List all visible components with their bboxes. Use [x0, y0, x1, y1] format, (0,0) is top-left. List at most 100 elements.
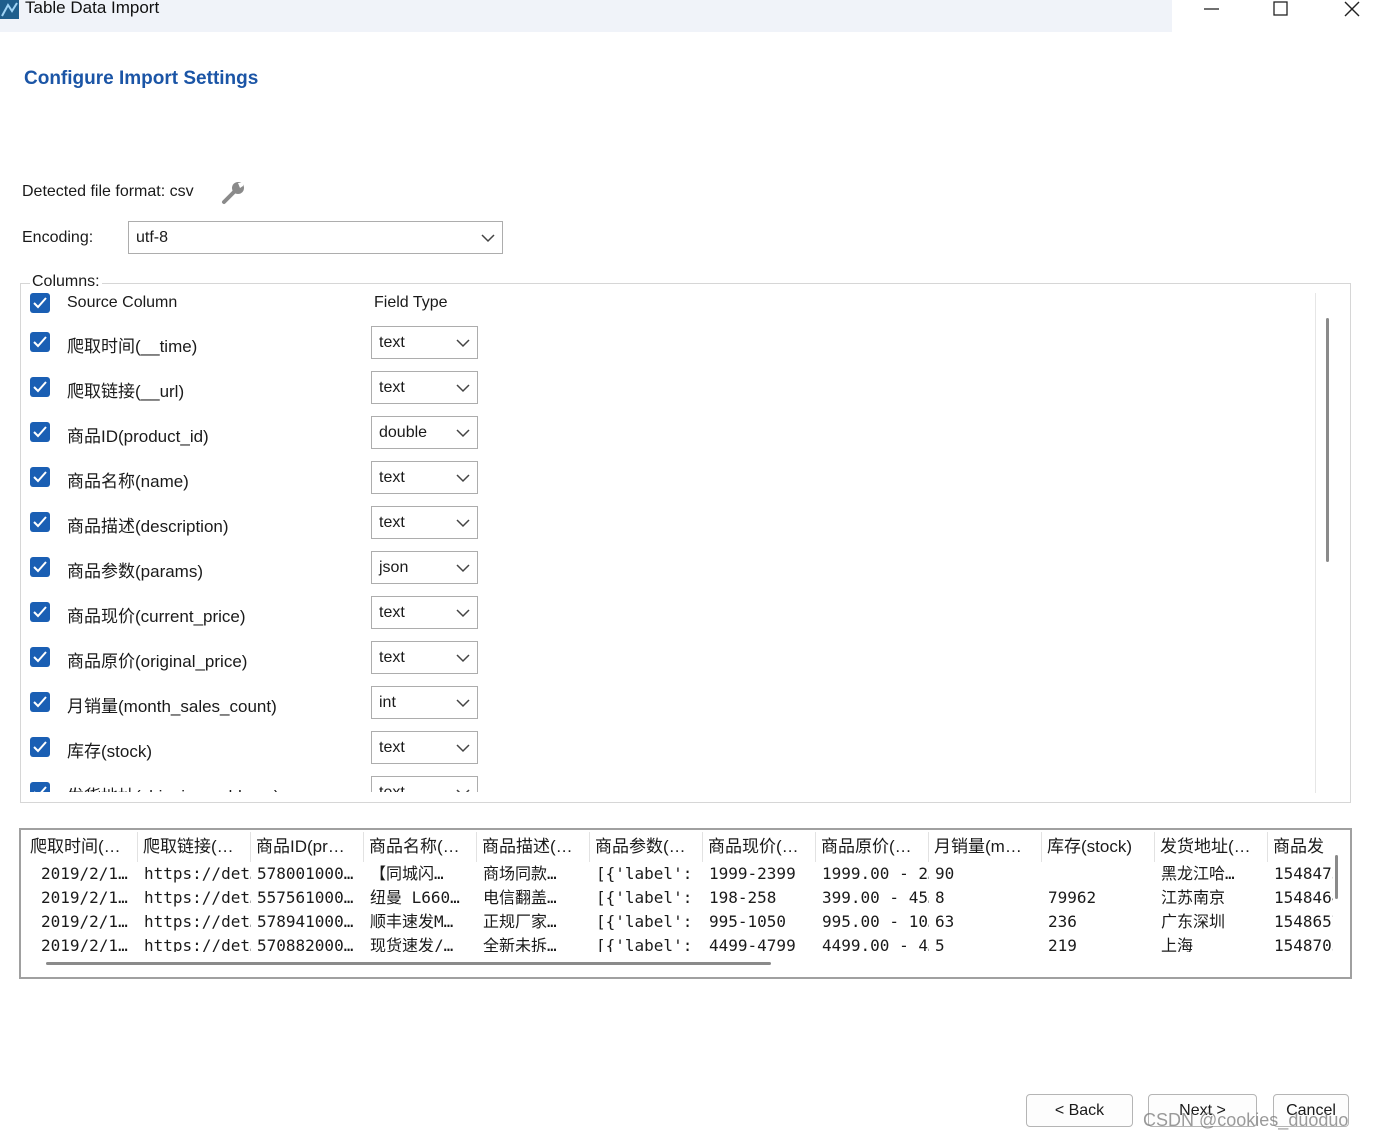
minimize-button[interactable] [1178, 0, 1242, 20]
field-type-select[interactable]: text [371, 461, 478, 494]
column-checkbox[interactable] [30, 467, 50, 487]
preview-cell: 5 [935, 936, 945, 952]
data-preview-viewport: 爬取时间(… 爬取链接(… 商品ID(pr… 商品名称(… 商品描述(… 商品参数(… 商品… [23, 832, 1333, 952]
chevron-down-icon [456, 338, 470, 347]
field-type-select[interactable]: json [371, 551, 478, 584]
page-title: Configure Import Settings [24, 68, 259, 89]
column-row: 商品描述(description) text [21, 506, 621, 539]
field-type-select[interactable]: text [371, 731, 478, 764]
column-name: 商品现价(current_price) [67, 607, 246, 626]
field-type-value: double [379, 423, 428, 441]
field-type-select[interactable]: text [371, 326, 478, 359]
columns-list: Source Column Field Type 爬取时间(__time) te… [21, 284, 1349, 792]
preview-cell: 正规厂家… [483, 912, 557, 931]
columns-scrollbar-thumb[interactable] [1326, 318, 1329, 562]
preview-cell: 90 [935, 864, 955, 883]
preview-column-header[interactable]: 爬取时间(… [25, 832, 138, 862]
preview-cell: 江苏南京 [1161, 888, 1226, 907]
preview-column-header[interactable]: 商品现价(… [703, 832, 816, 862]
preview-column-header[interactable]: 月销量(m… [929, 832, 1042, 862]
preview-cell: 顺丰速发M… [370, 912, 454, 931]
column-checkbox[interactable] [30, 782, 50, 792]
preview-column-header[interactable]: 商品ID(pr… [251, 832, 364, 862]
column-checkbox[interactable] [30, 377, 50, 397]
preview-column-header[interactable]: 爬取链接(… [138, 832, 251, 862]
chevron-down-icon [456, 563, 470, 572]
column-row: 商品ID(product_id) double [21, 416, 621, 449]
column-checkbox[interactable] [30, 422, 50, 442]
chevron-down-icon [456, 518, 470, 527]
preview-cell: 2019/2/1… [41, 888, 128, 907]
field-type-select[interactable]: text [371, 776, 478, 792]
check-icon [33, 606, 47, 618]
field-type-select[interactable]: double [371, 416, 478, 449]
column-name: 商品参数(params) [67, 562, 204, 581]
preview-vertical-scrollbar[interactable] [1335, 855, 1338, 899]
encoding-value: utf-8 [136, 228, 169, 246]
preview-cell: 2019/2/1… [41, 936, 128, 952]
column-name: 商品名称(name) [67, 472, 189, 491]
preview-column-header[interactable]: 库存(stock) [1042, 832, 1155, 862]
field-type-value: text [379, 468, 405, 486]
column-checkbox[interactable] [30, 332, 50, 352]
field-type-value: json [379, 558, 409, 576]
select-all-checkbox[interactable] [30, 293, 50, 313]
column-row: 库存(stock) text [21, 731, 621, 764]
field-type-select[interactable]: int [371, 686, 478, 719]
preview-cell: 557561000… [257, 888, 354, 907]
preview-cell: 电信翻盖… [483, 888, 557, 907]
field-type-select[interactable]: text [371, 641, 478, 674]
preview-cell: 4499-4799 [709, 936, 796, 952]
check-icon [33, 426, 47, 438]
detected-format-label: Detected file format: csv [22, 183, 194, 200]
maximize-button[interactable] [1248, 0, 1312, 20]
preview-column-header[interactable]: 发货地址(… [1155, 832, 1268, 862]
preview-cell: 上海 [1161, 936, 1194, 952]
field-type-select[interactable]: text [371, 371, 478, 404]
field-type-value: text [379, 648, 405, 666]
column-checkbox[interactable] [30, 512, 50, 532]
preview-column-header[interactable]: 商品发 [1268, 832, 1333, 862]
check-icon [33, 696, 47, 708]
preview-cell: 1548657 [1274, 912, 1333, 931]
field-type-value: int [379, 693, 396, 711]
chevron-down-icon [456, 383, 470, 392]
field-type-value: text [379, 738, 405, 756]
column-name: 商品ID(product_id) [67, 427, 209, 446]
preview-cell: 399.00 - 45… [822, 888, 929, 907]
watermark: CSDN @cookies_duoduo [1143, 1110, 1349, 1130]
preview-cell: 纽曼 L660… [370, 888, 460, 907]
back-button[interactable]: < Back [1026, 1094, 1133, 1127]
preview-cell: 8 [935, 888, 945, 907]
close-button[interactable] [1318, 0, 1373, 20]
encoding-select[interactable]: utf-8 [128, 221, 503, 254]
column-checkbox[interactable] [30, 647, 50, 667]
preview-column-header[interactable]: 商品参数(… [590, 832, 703, 862]
preview-cell: 236 [1048, 912, 1077, 931]
field-type-value: text [379, 513, 405, 531]
field-type-value: text [379, 333, 405, 351]
preview-cell: 578001000… [257, 864, 354, 883]
chevron-down-icon [456, 698, 470, 707]
column-row: 商品参数(params) json [21, 551, 621, 584]
preview-column-header[interactable]: 商品描述(… [477, 832, 590, 862]
field-type-select[interactable]: text [371, 596, 478, 629]
preview-cell: [{'label': '… [596, 912, 703, 931]
column-checkbox[interactable] [30, 557, 50, 577]
data-preview-grid[interactable]: 爬取时间(… 爬取链接(… 商品ID(pr… 商品名称(… 商品描述(… 商品参数(… 商品… [19, 828, 1352, 979]
preview-cell: 1548705 [1274, 936, 1333, 952]
preview-cell: 广东深圳 [1161, 912, 1226, 931]
field-type-select[interactable]: text [371, 506, 478, 539]
column-row: 发货地址(shipping_address) text [21, 776, 621, 792]
preview-horizontal-scrollbar[interactable] [46, 962, 771, 965]
column-checkbox[interactable] [30, 602, 50, 622]
preview-cell: [{'label': '… [596, 888, 703, 907]
check-icon [33, 651, 47, 663]
check-icon [33, 741, 47, 753]
preview-column-header[interactable]: 商品原价(… [816, 832, 929, 862]
preview-column-header[interactable]: 商品名称(… [364, 832, 477, 862]
column-checkbox[interactable] [30, 692, 50, 712]
preview-cell: 1999-2399 [709, 864, 796, 883]
wrench-icon[interactable] [220, 178, 248, 206]
column-checkbox[interactable] [30, 737, 50, 757]
